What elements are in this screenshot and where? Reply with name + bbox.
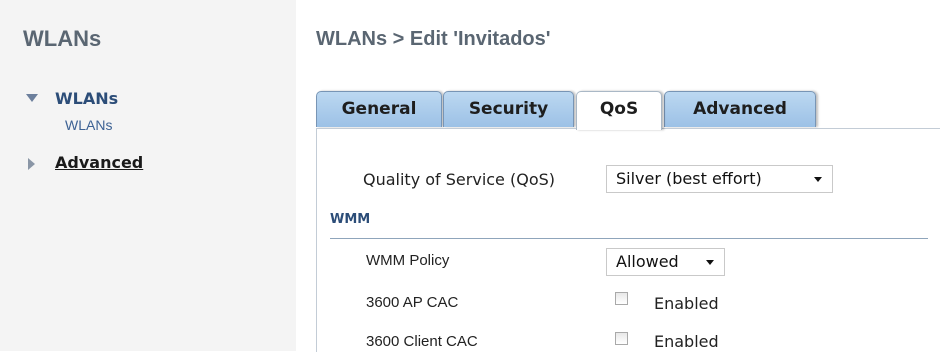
triangle-down-icon[interactable] bbox=[26, 94, 38, 102]
qos-select[interactable]: Silver (best effort) bbox=[606, 165, 833, 193]
qos-label: Quality of Service (QoS) bbox=[363, 170, 556, 189]
wmm-policy-value: Allowed bbox=[616, 252, 679, 271]
ap-cac-label: 3600 AP CAC bbox=[366, 294, 459, 311]
tab-general[interactable]: General bbox=[316, 91, 442, 127]
qos-panel bbox=[316, 128, 940, 352]
triangle-right-icon[interactable] bbox=[28, 158, 35, 170]
client-cac-checkbox[interactable] bbox=[615, 332, 628, 345]
wmm-policy-select[interactable]: Allowed bbox=[606, 248, 725, 276]
nav-label-wlans[interactable]: WLANs bbox=[55, 89, 118, 108]
nav-label-advanced[interactable]: Advanced bbox=[55, 153, 143, 172]
sidebar-title: WLANs bbox=[23, 26, 102, 51]
client-cac-label: 3600 Client CAC bbox=[366, 333, 478, 350]
qos-select-value: Silver (best effort) bbox=[616, 169, 762, 188]
tab-advanced[interactable]: Advanced bbox=[664, 91, 816, 127]
page-title: WLANs > Edit 'Invitados' bbox=[316, 28, 551, 50]
tab-qos[interactable]: QoS bbox=[576, 91, 662, 130]
nav-sub-item-wlans[interactable]: WLANs bbox=[65, 117, 112, 133]
chevron-down-icon[interactable] bbox=[706, 260, 714, 265]
section-divider bbox=[330, 238, 928, 239]
tab-security[interactable]: Security bbox=[443, 91, 574, 127]
sidebar: WLANs WLANs WLANs Advanced bbox=[0, 0, 296, 351]
wmm-policy-label: WMM Policy bbox=[366, 252, 450, 269]
chevron-down-icon[interactable] bbox=[814, 177, 822, 182]
ap-cac-enabled-label: Enabled bbox=[654, 294, 719, 313]
tab-bar: General Security QoS Advanced bbox=[316, 91, 940, 130]
ap-cac-checkbox[interactable] bbox=[615, 292, 628, 305]
client-cac-enabled-label: Enabled bbox=[654, 332, 719, 351]
wmm-heading: WMM bbox=[330, 212, 371, 227]
